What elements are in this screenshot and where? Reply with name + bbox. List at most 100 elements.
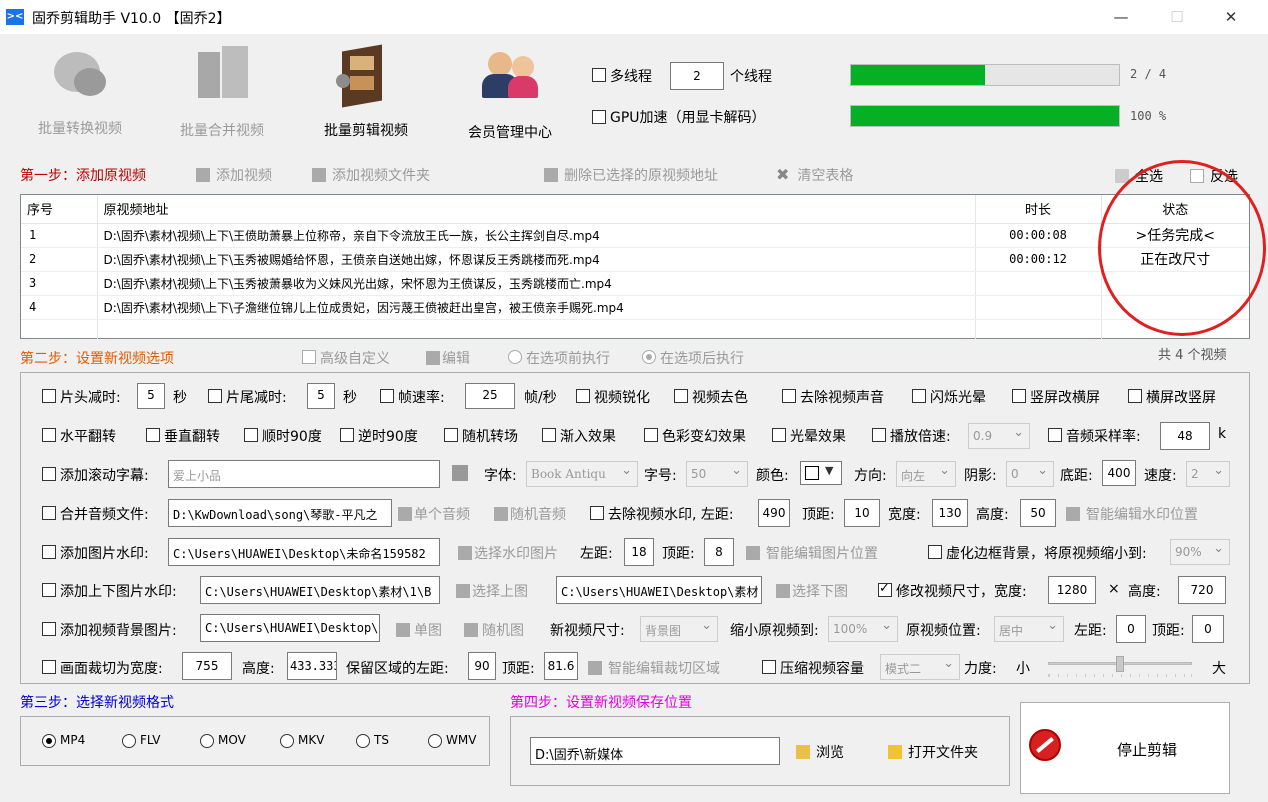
v2h-checkbox[interactable] [1012, 389, 1026, 403]
wm-height-input[interactable]: 50 [1020, 499, 1056, 527]
scroll-checkbox[interactable] [42, 467, 56, 481]
resize-checkbox[interactable] [878, 581, 892, 597]
maximize-button[interactable]: ☐ [1154, 0, 1200, 34]
select-img-button[interactable]: 选择水印图片 [458, 543, 558, 563]
wm-left-input[interactable]: 490 [758, 499, 790, 527]
wm-width-input[interactable]: 130 [932, 499, 968, 527]
pos-top-input[interactable]: 0 [1192, 615, 1224, 643]
select-top-button[interactable]: 选择上图 [456, 581, 528, 601]
sharpen-checkbox[interactable] [576, 389, 590, 403]
table-row[interactable]: 2 D:\固乔\素材\视频\上下\玉秀被赐婚给怀恩，王偾亲自送她出嫁，怀恩谋反王… [21, 247, 1249, 272]
smart-crop-button[interactable]: 智能编辑裁切区域 [588, 658, 720, 678]
ccw90-checkbox[interactable] [340, 428, 354, 442]
slider-thumb[interactable] [1116, 656, 1124, 672]
cw90-checkbox[interactable] [244, 428, 258, 442]
pos-left-input[interactable]: 0 [1116, 615, 1146, 643]
sample-input[interactable]: 48 [1160, 422, 1210, 450]
head-cut-input[interactable]: 5 [137, 383, 165, 409]
batch-edit-button[interactable]: 批量剪辑视频 [314, 42, 418, 142]
add-video-button[interactable]: 添加视频 [196, 165, 272, 185]
batch-convert-button[interactable]: 批量转换视频 [30, 42, 130, 142]
crop-width-input[interactable]: 755 [182, 652, 232, 680]
tail-cut-checkbox[interactable] [208, 389, 222, 403]
resize-width-input[interactable]: 1280 [1048, 576, 1096, 604]
bot-img-input[interactable]: C:\Users\HUAWEI\Desktop\素材 [556, 576, 762, 604]
format-radio-mp4[interactable] [42, 734, 56, 748]
speed-checkbox[interactable] [872, 428, 886, 442]
batch-merge-button[interactable]: 批量合并视频 [172, 42, 272, 142]
color-fx-checkbox[interactable] [644, 428, 658, 442]
merge-audio-checkbox[interactable] [42, 506, 56, 520]
keep-left-input[interactable]: 90 [468, 652, 496, 680]
select-bot-button[interactable]: 选择下图 [776, 581, 848, 601]
member-center-button[interactable]: 会员管理中心 [460, 42, 560, 142]
img-path-input[interactable]: C:\Users\HUAWEI\Desktop\未命名159582 [168, 538, 440, 566]
keep-top-input[interactable]: 81.6 [544, 652, 578, 680]
edit-button[interactable]: 编辑 [426, 348, 470, 368]
multithread-checkbox[interactable] [592, 68, 606, 82]
img-left-input[interactable]: 18 [624, 538, 654, 566]
fps-input[interactable]: 25 [465, 383, 515, 409]
before-radio[interactable] [508, 350, 522, 364]
bottom-input[interactable]: 400 [1102, 460, 1136, 486]
wm-top-input[interactable]: 10 [844, 499, 880, 527]
spd-select[interactable]: 2 [1186, 461, 1230, 487]
single-audio-button[interactable]: 单个音频 [398, 504, 470, 524]
after-radio[interactable] [642, 350, 656, 364]
strength-slider[interactable] [1044, 656, 1196, 680]
font-select[interactable]: Book Antiqu [526, 461, 638, 487]
flash-checkbox[interactable] [912, 389, 926, 403]
fade-checkbox[interactable] [542, 428, 556, 442]
scroll-text-input[interactable]: 爱上小品 [168, 460, 440, 488]
bg-path-input[interactable]: C:\Users\HUAWEI\Desktop\ [200, 614, 380, 642]
stop-edit-button[interactable]: 停止剪辑 [1020, 702, 1230, 794]
h2v-checkbox[interactable] [1128, 389, 1142, 403]
dir-select[interactable]: 向左 [896, 461, 956, 487]
hflip-checkbox[interactable] [42, 428, 56, 442]
format-radio-ts[interactable] [356, 734, 370, 748]
clear-table-button[interactable]: ✖ 清空表格 [776, 165, 853, 185]
blur-bg-checkbox[interactable] [928, 545, 942, 559]
remove-audio-checkbox[interactable] [782, 389, 796, 403]
format-radio-mov[interactable] [200, 734, 214, 748]
gpu-checkbox[interactable] [592, 110, 606, 124]
table-row[interactable]: 1 D:\固乔\素材\视频\上下\王偾助萧暴上位称帝，亲自下令流放王氏一族，长公… [21, 223, 1249, 248]
audio-path-input[interactable]: D:\KwDownload\song\琴歌-平凡之 [168, 499, 392, 527]
open-folder-button[interactable]: 打开文件夹 [888, 742, 978, 762]
sample-checkbox[interactable] [1048, 428, 1062, 442]
fps-checkbox[interactable] [380, 389, 394, 403]
speed-select[interactable]: 0.9 [968, 423, 1030, 449]
delete-selected-button[interactable]: 删除已选择的原视频地址 [544, 165, 718, 185]
fsize-select[interactable]: 50 [686, 461, 748, 487]
crop-height-input[interactable]: 433.333 [287, 652, 337, 680]
orig-pos-select[interactable]: 居中 [994, 616, 1064, 642]
shadow-select[interactable]: 0 [1006, 461, 1054, 487]
rand-trans-checkbox[interactable] [444, 428, 458, 442]
compress-mode-select[interactable]: 模式二 [880, 654, 960, 680]
scroll-edit-icon[interactable] [452, 465, 468, 481]
advanced-checkbox[interactable] [302, 350, 316, 364]
remove-wm-checkbox[interactable] [590, 506, 604, 520]
bg-img-checkbox[interactable] [42, 622, 56, 636]
color-picker[interactable]: ▼ [800, 461, 842, 485]
thread-count-input[interactable]: 2 [670, 62, 724, 90]
img-wm-checkbox[interactable] [42, 545, 56, 559]
table-row[interactable]: 3 D:\固乔\素材\视频\上下\玉秀被萧暴收为义妹风光出嫁，宋怀恩为王偾谋反，… [21, 271, 1249, 296]
new-size-select[interactable]: 背景图 [640, 616, 718, 642]
add-folder-button[interactable]: 添加视频文件夹 [312, 165, 430, 185]
blur-select[interactable]: 90% [1170, 539, 1230, 565]
format-radio-wmv[interactable] [428, 734, 442, 748]
close-button[interactable]: ✕ [1208, 0, 1254, 34]
compress-checkbox[interactable] [762, 660, 776, 674]
format-radio-flv[interactable] [122, 734, 136, 748]
top-img-input[interactable]: C:\Users\HUAWEI\Desktop\素材\1\B [200, 576, 440, 604]
vflip-checkbox[interactable] [146, 428, 160, 442]
rand-img-button[interactable]: 随机图 [464, 620, 524, 640]
smart-img-button[interactable]: 智能编辑图片位置 [746, 543, 878, 563]
light-fx-checkbox[interactable] [772, 428, 786, 442]
img-top-input[interactable]: 8 [704, 538, 734, 566]
browse-button[interactable]: 浏览 [796, 742, 844, 762]
video-table[interactable]: 序号 原视频地址 时长 状态 1 D:\固乔\素材\视频\上下\王偾助萧暴上位称… [20, 194, 1250, 339]
tb-wm-checkbox[interactable] [42, 583, 56, 597]
decolor-checkbox[interactable] [674, 389, 688, 403]
